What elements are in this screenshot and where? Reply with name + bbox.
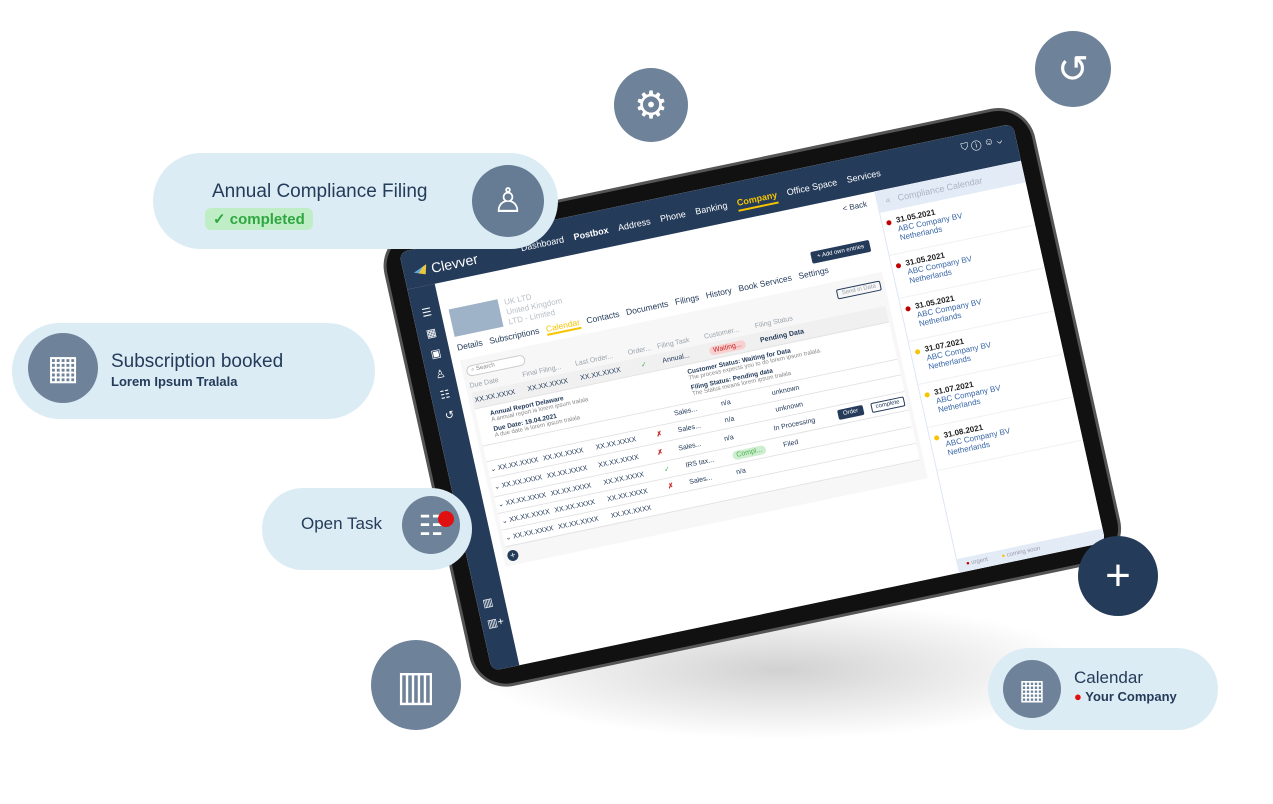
- add-building-icon[interactable]: ▥: [371, 640, 461, 730]
- subscription-sub: Lorem Ipsum Tralala: [111, 374, 238, 389]
- tab-contacts[interactable]: Contacts: [585, 309, 620, 328]
- customer-status: n/a: [735, 466, 747, 476]
- user-icon[interactable]: ☺: [983, 136, 995, 149]
- menu-icon[interactable]: ☰: [421, 305, 433, 320]
- tab-details[interactable]: Details: [456, 337, 484, 354]
- add-button[interactable]: +: [1078, 536, 1158, 616]
- nav-phone[interactable]: Phone: [659, 209, 687, 228]
- check-icon: ✓: [640, 361, 648, 370]
- calendar-icon[interactable]: ▦: [1003, 660, 1061, 718]
- final-filing: XX.XX.XXXX: [546, 464, 588, 480]
- stamp-icon[interactable]: ♙: [434, 367, 446, 382]
- notification-dot: [438, 511, 454, 527]
- order-button[interactable]: Order: [837, 404, 865, 420]
- filing-task: Sales...: [677, 440, 703, 453]
- customer-status: n/a: [720, 398, 732, 408]
- completed-badge: ✓ completed: [205, 208, 313, 230]
- complete-button[interactable]: complete: [869, 396, 906, 414]
- nav-banking[interactable]: Banking: [694, 200, 729, 220]
- status-dot: [895, 262, 902, 269]
- status-dot: [933, 434, 940, 441]
- last-order: [592, 422, 637, 431]
- collapse-icon[interactable]: «: [884, 195, 891, 206]
- due-date: XX.XX.XXXX: [501, 474, 543, 490]
- add-row-button[interactable]: +: [506, 549, 520, 563]
- back-link[interactable]: < Back: [842, 199, 868, 213]
- open-task-title: Open Task: [301, 514, 382, 533]
- nav-services[interactable]: Services: [846, 168, 883, 189]
- history-icon[interactable]: ↺: [1035, 31, 1111, 107]
- filing-task: [693, 491, 732, 499]
- customer-status: n/a: [723, 415, 736, 424]
- nav-postbox[interactable]: Postbox: [573, 225, 611, 246]
- settings-icon[interactable]: ⚙: [614, 68, 688, 142]
- tab-history[interactable]: History: [705, 285, 733, 302]
- shield-icon[interactable]: ⛉: [960, 141, 970, 153]
- order-status-icon: ✗: [667, 482, 675, 491]
- last-order: XX.XX.XXXX: [610, 504, 653, 520]
- history-icon[interactable]: ↺: [444, 408, 456, 423]
- subscription-title: Subscription booked: [111, 351, 284, 372]
- order-status-icon: ✓: [663, 465, 671, 474]
- add-building-icon[interactable]: ▥+: [486, 615, 505, 631]
- calendar-icon[interactable]: ▦: [425, 326, 438, 341]
- user-icons: ⛉ ⓘ ☺ ⌄: [960, 134, 1003, 153]
- chevron-down-icon[interactable]: ⌄: [995, 134, 1003, 146]
- tab-settings[interactable]: Settings: [797, 265, 830, 283]
- due-date: XX.XX.XXXX: [512, 525, 555, 541]
- last-order: XX.XX.XXXX: [597, 453, 640, 469]
- calendar-badge-title: Calendar: [1074, 668, 1143, 687]
- status-dot: [914, 348, 921, 355]
- task-list-icon[interactable]: ☷: [439, 387, 451, 402]
- grid-icon[interactable]: ▣: [429, 346, 443, 361]
- filing-status: [791, 466, 850, 478]
- nav-office-space[interactable]: Office Space: [786, 177, 839, 201]
- grid-icon[interactable]: ▦: [28, 333, 98, 403]
- status-dot: [924, 391, 931, 398]
- annual-filing-title: Annual Compliance Filing: [212, 181, 428, 202]
- status-dot: [905, 305, 912, 312]
- help-icon[interactable]: ⓘ: [970, 139, 982, 152]
- nav-company[interactable]: Company: [735, 189, 779, 212]
- order-status-icon: [645, 416, 666, 421]
- nav-address[interactable]: Address: [617, 216, 652, 236]
- company-image: [448, 299, 504, 337]
- status-dot: [885, 219, 892, 226]
- company-main: < Back UK LTD United Kingdom LTD - Limited…: [444, 199, 949, 663]
- calendar-badge-sub: ● Your Company: [1074, 689, 1177, 704]
- order-status-icon: [664, 500, 685, 505]
- order-status-icon: ✗: [656, 448, 664, 457]
- tab-calendar[interactable]: Calendar: [544, 317, 582, 336]
- customer-status: n/a: [723, 433, 735, 443]
- task-list-icon[interactable]: ☷: [402, 496, 460, 554]
- tab-filings[interactable]: Filings: [674, 292, 701, 309]
- order-status-icon: ✗: [655, 430, 664, 439]
- final-filing: XX.XX.XXXX: [557, 515, 600, 531]
- building-icon[interactable]: ▥: [481, 594, 500, 610]
- stamp-icon[interactable]: ♙: [472, 165, 544, 237]
- final-filing: [539, 433, 584, 442]
